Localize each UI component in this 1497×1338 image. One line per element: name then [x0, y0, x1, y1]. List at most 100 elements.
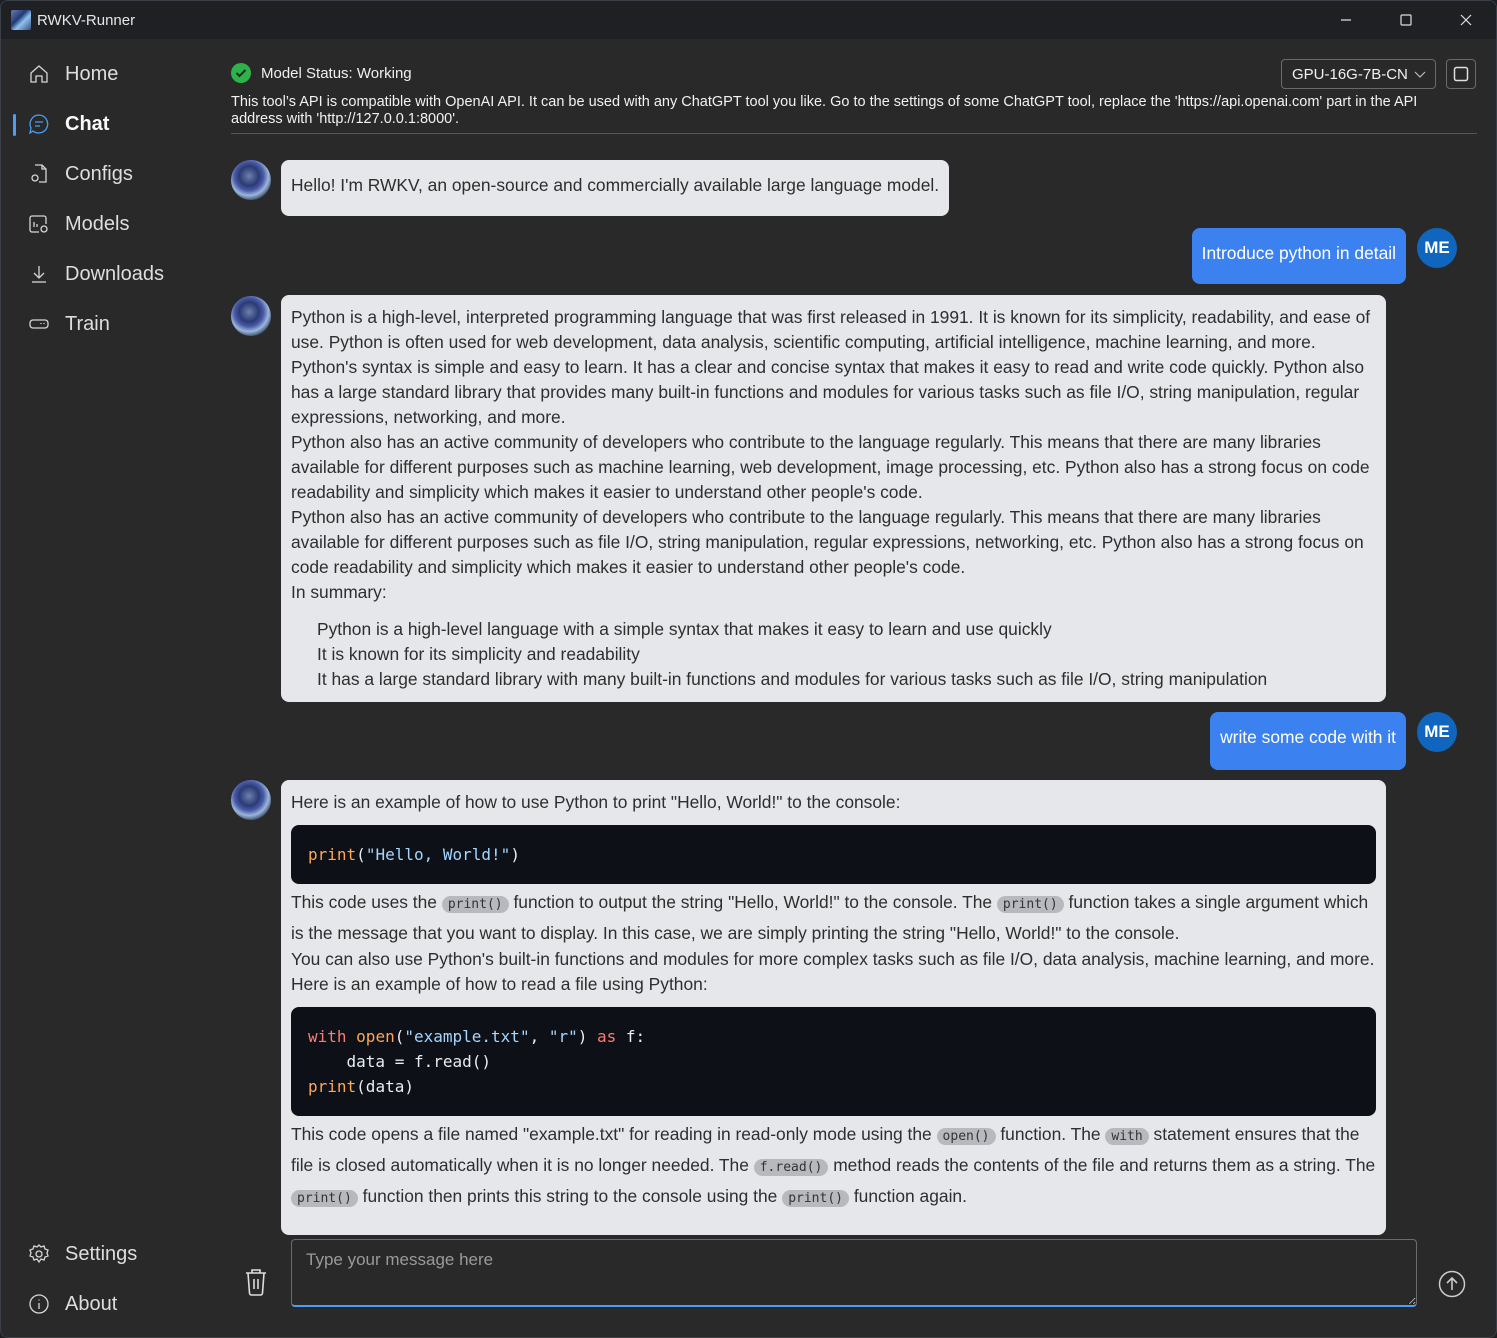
list-item: It is known for its simplicity and reada… — [317, 644, 640, 664]
minimize-button[interactable] — [1316, 1, 1376, 39]
sidebar-item-downloads[interactable]: Downloads — [13, 252, 208, 296]
user-message: Introduce python in detail — [1191, 228, 1406, 284]
chat-page: Model Status: Working GPU-16G-7B-CN This… — [231, 39, 1477, 1337]
code-token: print — [308, 845, 357, 864]
sidebar-item-models[interactable]: Models — [13, 202, 208, 246]
active-indicator — [13, 164, 16, 186]
active-indicator — [13, 214, 16, 236]
app-logo-icon — [11, 10, 31, 30]
bot-avatar — [231, 780, 271, 820]
active-indicator — [13, 314, 16, 336]
preset-select[interactable]: GPU-16G-7B-CN — [1281, 59, 1436, 89]
inline-code: with — [1105, 1128, 1149, 1145]
app-window: RWKV-Runner Home Chat Configs Models Dow… — [0, 0, 1497, 1338]
sidebar-item-label: Train — [65, 312, 110, 335]
text-run: This code uses the — [291, 892, 442, 912]
code-token: ( — [394, 1027, 405, 1046]
code-token: print — [308, 1077, 357, 1096]
model-settings-icon — [27, 212, 51, 236]
paragraph: Python also has an active community of d… — [291, 432, 1370, 502]
sidebar-item-home[interactable]: Home — [13, 52, 208, 96]
code-token: with — [308, 1027, 347, 1046]
paragraph: Python is a high-level, interpreted prog… — [291, 307, 1371, 352]
message-text: Hello! I'm RWKV, an open-source and comm… — [291, 175, 940, 195]
sidebar-item-settings[interactable]: Settings — [13, 1232, 208, 1276]
code-token: , — [529, 1027, 549, 1046]
paragraph: This code uses the print() function to o… — [291, 888, 1376, 947]
code-token: ( — [356, 845, 366, 864]
bot-avatar — [231, 296, 271, 336]
api-compatibility-note: This tool’s API is compatible with OpenA… — [231, 94, 1418, 127]
sidebar-item-about[interactable]: About — [13, 1282, 208, 1326]
sidebar-item-label: About — [65, 1292, 118, 1315]
text-run: function. The — [995, 1124, 1106, 1144]
sidebar: Home Chat Configs Models Downloads Train — [1, 39, 216, 1337]
user-avatar: ME — [1417, 712, 1457, 752]
code-token: open — [356, 1027, 395, 1046]
download-icon — [27, 262, 51, 286]
config-document-icon — [27, 162, 51, 186]
text-run: This code opens a file named "example.tx… — [291, 1124, 937, 1144]
toggle-panel-button[interactable] — [1446, 59, 1476, 89]
code-token: as — [597, 1027, 617, 1046]
maximize-icon — [1400, 14, 1412, 26]
text-run: function then prints this string to the … — [357, 1186, 783, 1206]
bot-message: Here is an example of how to use Python … — [281, 780, 1386, 1235]
minimize-icon — [1341, 19, 1351, 21]
active-indicator — [13, 64, 16, 86]
code-block: with open("example.txt", "r") as f: data… — [291, 1007, 1376, 1116]
window-controls — [1316, 1, 1496, 39]
message-input[interactable] — [291, 1239, 1417, 1307]
active-indicator — [13, 264, 16, 286]
text-run: function to output the string "Hello, Wo… — [508, 892, 997, 912]
composer — [231, 1227, 1477, 1337]
list-item: It has a large standard library with man… — [317, 669, 1268, 689]
code-block: print("Hello, World!") — [291, 825, 1376, 884]
user-avatar: ME — [1417, 228, 1457, 268]
sidebar-item-label: Downloads — [65, 262, 164, 285]
code-token: (data) — [356, 1077, 414, 1096]
header-divider — [231, 133, 1477, 134]
paragraph: This code opens a file named "example.tx… — [291, 1120, 1376, 1213]
model-status: Model Status: Working — [231, 61, 412, 85]
code-token: data = f.read() — [308, 1052, 492, 1071]
code-token: "r" — [548, 1027, 578, 1046]
close-icon — [1460, 14, 1472, 26]
window-title: RWKV-Runner — [37, 11, 136, 29]
summary-list: Python is a high-level language with a s… — [317, 617, 1376, 692]
paragraph: You can also use Python's built-in funct… — [291, 949, 1375, 969]
inline-code: print() — [291, 1190, 358, 1207]
close-button[interactable] — [1436, 1, 1496, 39]
arrow-up-circle-icon — [1438, 1270, 1466, 1298]
message-text: Introduce python in detail — [1201, 243, 1396, 263]
paragraph: Here is an example of how to use Python … — [291, 792, 901, 812]
inline-code: print() — [441, 896, 509, 913]
code-token: ) — [577, 1027, 598, 1046]
code-token: f: — [616, 1027, 646, 1046]
sidebar-item-label: Chat — [65, 112, 110, 135]
list-item: Python is a high-level language with a s… — [317, 619, 1052, 639]
user-message: write some code with it — [1210, 712, 1406, 770]
sidebar-item-configs[interactable]: Configs — [13, 152, 208, 196]
sidebar-item-train[interactable]: Train — [13, 302, 208, 346]
chat-icon — [27, 112, 51, 136]
title-bar: RWKV-Runner — [1, 1, 1496, 39]
code-token: "Hello, World!" — [365, 845, 511, 864]
paragraph: Python also has an active community of d… — [291, 507, 1364, 577]
square-icon — [1453, 66, 1469, 82]
inline-code: print() — [996, 896, 1064, 913]
inline-code: f.read() — [753, 1159, 829, 1176]
trash-icon — [246, 1269, 266, 1296]
sidebar-item-label: Home — [65, 62, 119, 85]
gear-icon — [27, 1242, 51, 1266]
sidebar-item-label: Settings — [65, 1242, 138, 1265]
active-indicator — [13, 114, 16, 136]
bot-message: Hello! I'm RWKV, an open-source and comm… — [281, 160, 950, 216]
chevron-down-icon — [1414, 71, 1426, 78]
maximize-button[interactable] — [1376, 1, 1436, 39]
send-button[interactable] — [1438, 1270, 1466, 1298]
home-icon — [27, 62, 51, 86]
clear-chat-button[interactable] — [243, 1267, 269, 1297]
model-status-text: Model Status: Working — [261, 64, 412, 82]
sidebar-item-chat[interactable]: Chat — [13, 102, 208, 146]
